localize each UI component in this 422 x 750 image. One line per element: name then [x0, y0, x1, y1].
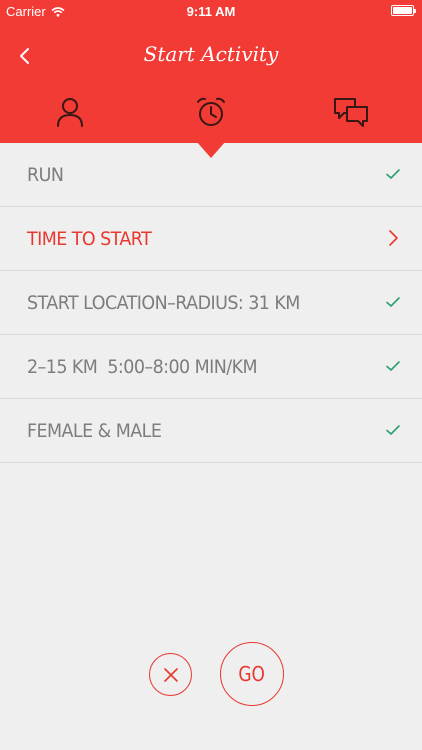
person-icon [57, 98, 83, 127]
page-title: Start Activity [143, 42, 279, 66]
tab-chat[interactable] [331, 92, 371, 132]
checkmark-icon [386, 425, 400, 435]
go-button[interactable]: GO [220, 642, 284, 706]
setting-label: FEMALE & MALE [27, 419, 162, 442]
setting-row-time-to-start[interactable]: TIME TO START [0, 207, 422, 271]
setting-row-distance-pace[interactable]: 2–15 KM 5:00–8:00 MIN/KM [0, 335, 422, 399]
setting-label: 2–15 KM 5:00–8:00 MIN/KM [27, 355, 258, 378]
setting-label: RUN [27, 163, 64, 186]
chevron-right-icon [389, 230, 398, 246]
setting-label: TIME TO START [27, 227, 152, 250]
close-icon [163, 667, 178, 682]
battery-icon [391, 5, 416, 16]
status-bar: Carrier 9:11 AM [0, 0, 422, 22]
activity-settings-list: RUN TIME TO START START LOCATION–RADIUS:… [0, 143, 422, 463]
tab-time[interactable] [191, 92, 231, 132]
setting-row-gender[interactable]: FEMALE & MALE [0, 399, 422, 463]
cancel-button[interactable] [149, 653, 192, 696]
checkmark-icon [386, 361, 400, 371]
chat-bubbles-icon [334, 98, 368, 127]
alarm-clock-icon [197, 97, 225, 126]
setting-label: START LOCATION–RADIUS: 31 KM [27, 291, 300, 314]
setting-row-start-location[interactable]: START LOCATION–RADIUS: 31 KM [0, 271, 422, 335]
setting-row-activity-type[interactable]: RUN [0, 143, 422, 207]
checkmark-icon [386, 169, 400, 179]
tab-profile[interactable] [50, 92, 90, 132]
status-time: 9:11 AM [186, 4, 236, 19]
checkmark-icon [386, 297, 400, 307]
go-button-label: GO [238, 662, 266, 686]
bottom-actions: GO [0, 642, 422, 706]
activity-tabs [0, 92, 422, 132]
header: Carrier 9:11 AM Start Activity [0, 0, 422, 143]
